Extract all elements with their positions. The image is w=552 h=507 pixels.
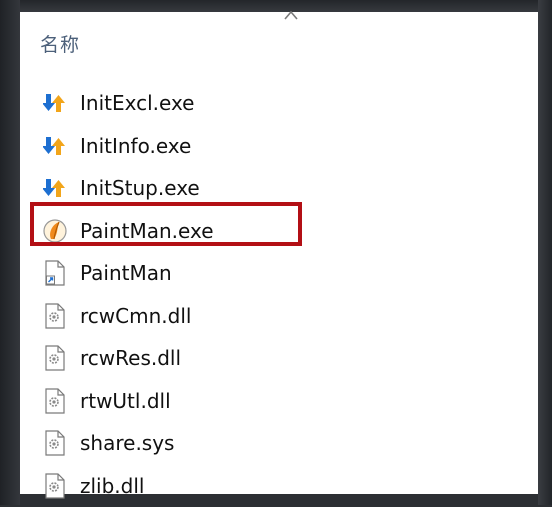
dll-gear-file-icon: [42, 473, 68, 499]
file-row-share-sys[interactable]: share.sys: [42, 422, 522, 465]
highlight-box: [30, 202, 302, 246]
file-explorer-panel: 名称 InitExcl.exe InitInfo.exe: [20, 12, 538, 494]
file-name: share.sys: [80, 431, 174, 455]
dll-gear-file-icon: [42, 388, 68, 414]
installer-arrows-icon: [42, 175, 68, 201]
dll-gear-file-icon: [42, 345, 68, 371]
file-row-paintman-shortcut[interactable]: PaintMan: [42, 252, 522, 295]
file-name: rtwUtl.dll: [80, 389, 171, 413]
dll-gear-file-icon: [42, 303, 68, 329]
file-row-rtwutl[interactable]: rtwUtl.dll: [42, 380, 522, 423]
file-name: InitExcl.exe: [80, 91, 194, 115]
file-row-initinfo[interactable]: InitInfo.exe: [42, 125, 522, 168]
dll-gear-file-icon: [42, 430, 68, 456]
file-name: rcwRes.dll: [80, 346, 181, 370]
file-name: InitInfo.exe: [80, 134, 191, 158]
installer-arrows-icon: [42, 133, 68, 159]
desktop-background-right: [538, 0, 552, 505]
sort-ascending-icon[interactable]: [284, 10, 298, 20]
file-row-rcwcmn[interactable]: rcwCmn.dll: [42, 295, 522, 338]
desktop-background-left: [0, 0, 20, 505]
shortcut-file-icon: [42, 260, 68, 286]
installer-arrows-icon: [42, 90, 68, 116]
file-row-rcwres[interactable]: rcwRes.dll: [42, 337, 522, 380]
file-row-zlib[interactable]: zlib.dll: [42, 465, 522, 507]
file-name: rcwCmn.dll: [80, 304, 191, 328]
column-header-name[interactable]: 名称: [40, 30, 80, 57]
file-row-initexcl[interactable]: InitExcl.exe: [42, 82, 522, 125]
file-name: InitStup.exe: [80, 176, 200, 200]
file-name: PaintMan: [80, 261, 172, 285]
file-name: zlib.dll: [80, 474, 144, 498]
file-list: InitExcl.exe InitInfo.exe InitStup.exe: [42, 82, 522, 507]
